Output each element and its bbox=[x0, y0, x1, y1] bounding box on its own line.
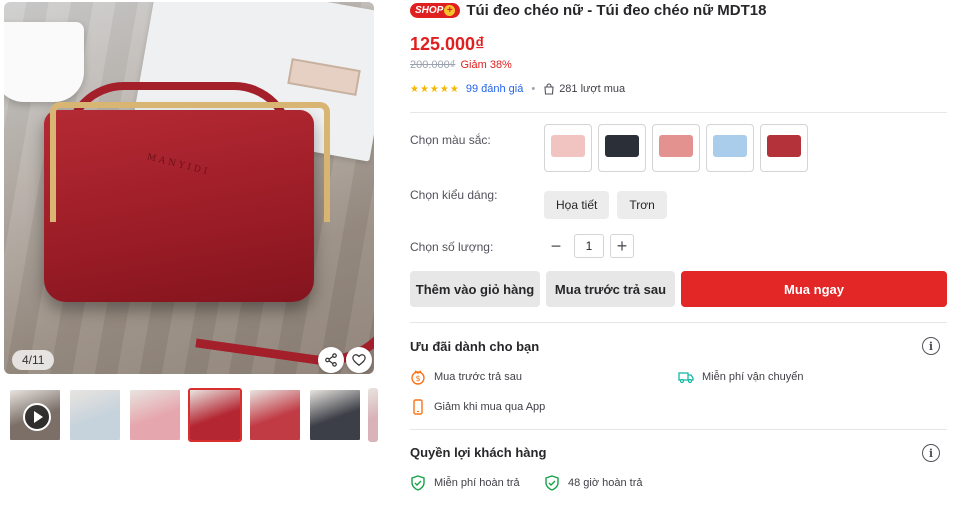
shield-check-icon bbox=[411, 475, 425, 491]
favorite-button[interactable] bbox=[346, 347, 372, 373]
shopping-bag-icon bbox=[544, 83, 554, 95]
shield-check-icon bbox=[545, 475, 559, 491]
plus-icon: + bbox=[444, 5, 456, 16]
discount-label: Giảm 38% bbox=[460, 59, 512, 71]
rating-row: ★★★★★ 99 đánh giá • 281 lượt mua bbox=[410, 83, 625, 95]
thumbnail[interactable] bbox=[308, 388, 362, 442]
old-price-row: 200.000₫ Giảm 38% bbox=[410, 59, 512, 71]
svg-text:$: $ bbox=[415, 374, 420, 383]
add-to-cart-button[interactable]: Thêm vào giỏ hàng bbox=[410, 271, 540, 307]
cup-decor bbox=[4, 22, 84, 102]
play-icon bbox=[23, 403, 51, 431]
offer-item: Giảm khi mua qua App bbox=[410, 399, 545, 415]
decrease-button[interactable]: − bbox=[544, 234, 568, 258]
shop-plus-badge: SHOP + bbox=[410, 3, 461, 18]
offer-label: Miễn phí vận chuyển bbox=[702, 371, 804, 383]
offer-item: $ Mua trước trả sau bbox=[410, 369, 522, 385]
separator-dot: • bbox=[531, 83, 536, 95]
phone-icon bbox=[413, 399, 423, 415]
quantity-stepper: − 1 + bbox=[544, 234, 634, 258]
thumbnail-image bbox=[250, 390, 300, 440]
buy-later-button[interactable]: Mua trước trả sau bbox=[546, 271, 675, 307]
buy-now-button[interactable]: Mua ngay bbox=[681, 271, 947, 307]
current-price: 125.000₫ bbox=[410, 34, 485, 54]
reviews-link[interactable]: 99 đánh giá bbox=[466, 83, 524, 95]
color-option[interactable] bbox=[760, 124, 808, 172]
sold-count: 281 lượt mua bbox=[559, 83, 626, 95]
old-price: 200.000₫ bbox=[410, 59, 456, 71]
increase-button[interactable]: + bbox=[610, 234, 634, 258]
quantity-label: Chọn số lượng: bbox=[410, 240, 494, 254]
color-swatches bbox=[544, 124, 808, 172]
image-counter: 4/11 bbox=[12, 350, 55, 370]
thumbnail-image bbox=[368, 388, 378, 442]
offer-label: Giảm khi mua qua App bbox=[434, 401, 546, 413]
swatch-fill bbox=[713, 135, 747, 157]
truck-icon bbox=[678, 372, 694, 384]
style-option-plain[interactable]: Trơn bbox=[617, 191, 667, 219]
swatch-fill bbox=[605, 135, 639, 157]
thumbnail-partial[interactable] bbox=[368, 388, 378, 442]
offer-item: Miễn phí vận chuyển bbox=[678, 369, 804, 385]
swatch-fill bbox=[551, 135, 585, 157]
info-icon[interactable]: i bbox=[922, 444, 940, 462]
thumbnail[interactable] bbox=[68, 388, 122, 442]
thumbnail-image bbox=[310, 390, 360, 440]
swatch-fill bbox=[659, 135, 693, 157]
thumbnail[interactable] bbox=[248, 388, 302, 442]
offer-label: Mua trước trả sau bbox=[434, 371, 522, 383]
thumbnail-video[interactable] bbox=[8, 388, 62, 442]
divider bbox=[410, 322, 947, 323]
rights-title: Quyền lợi khách hàng bbox=[410, 445, 547, 460]
share-icon bbox=[325, 353, 337, 367]
right-label: 48 giờ hoàn trả bbox=[568, 477, 643, 489]
color-option[interactable] bbox=[652, 124, 700, 172]
quantity-input[interactable]: 1 bbox=[574, 234, 604, 258]
right-item: 48 giờ hoàn trả bbox=[544, 475, 643, 491]
thumbnail-image bbox=[70, 390, 120, 440]
right-item: Miễn phí hoàn trả bbox=[410, 475, 520, 491]
bag-strap bbox=[195, 208, 374, 374]
thumbnail-image bbox=[130, 390, 180, 440]
product-page: MANYIDI 4/11 SHOP + Túi đeo chéo nữ - Túi… bbox=[0, 0, 953, 507]
star-rating: ★★★★★ bbox=[410, 83, 460, 95]
thumbnail-strip bbox=[8, 388, 378, 442]
divider bbox=[410, 429, 947, 430]
product-main-image[interactable]: MANYIDI 4/11 bbox=[4, 2, 374, 374]
thumbnail-active[interactable] bbox=[188, 388, 242, 442]
style-option-pattern[interactable]: Họa tiết bbox=[544, 191, 610, 219]
color-option[interactable] bbox=[544, 124, 592, 172]
style-options: Họa tiết Trơn bbox=[544, 191, 667, 219]
share-button[interactable] bbox=[318, 347, 344, 373]
color-option[interactable] bbox=[598, 124, 646, 172]
right-label: Miễn phí hoàn trả bbox=[434, 477, 520, 489]
thumbnail[interactable] bbox=[128, 388, 182, 442]
style-label: Chọn kiểu dáng: bbox=[410, 188, 498, 202]
color-option[interactable] bbox=[706, 124, 754, 172]
info-icon[interactable]: i bbox=[922, 337, 940, 355]
coin-dollar-icon: $ bbox=[411, 370, 425, 385]
offers-title: Ưu đãi dành cho bạn bbox=[410, 339, 540, 354]
color-label: Chọn màu sắc: bbox=[410, 133, 491, 147]
badge-label: SHOP bbox=[415, 5, 444, 16]
divider bbox=[410, 112, 947, 113]
heart-icon bbox=[352, 354, 366, 367]
swatch-fill bbox=[767, 135, 801, 157]
product-title: Túi đeo chéo nữ - Túi đeo chéo nữ MDT18 bbox=[466, 2, 767, 19]
title-row: SHOP + Túi đeo chéo nữ - Túi đeo chéo nữ … bbox=[410, 2, 766, 19]
thumbnail-image bbox=[190, 390, 240, 440]
